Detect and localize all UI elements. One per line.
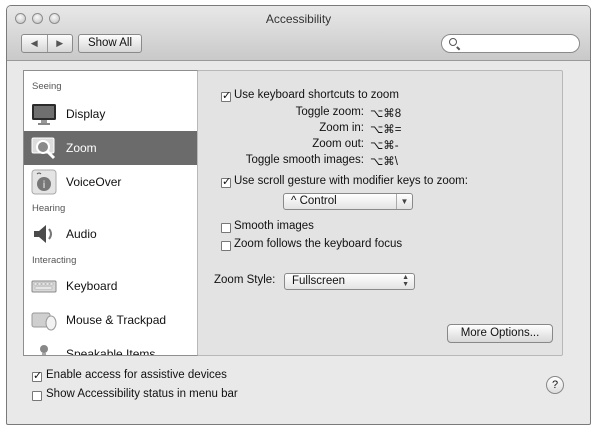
- zoom-icon: [31, 137, 56, 160]
- display-icon: [32, 104, 56, 125]
- modifier-key-popup[interactable]: ^ Control ▼: [283, 193, 413, 210]
- status-menu-label: Show Accessibility status in menu bar: [46, 388, 238, 400]
- shortcut-name: Zoom in:: [319, 122, 364, 134]
- more-options-button[interactable]: More Options...: [447, 324, 553, 343]
- section-header-hearing: Hearing: [32, 203, 66, 214]
- navigation-buttons: ◀ ▶: [21, 34, 73, 53]
- chevron-down-icon: ▼: [396, 194, 412, 209]
- sidebar-item-display[interactable]: Display: [24, 97, 197, 131]
- keyboard-shortcuts-checkbox[interactable]: [221, 89, 231, 102]
- zoom-style-value: Fullscreen: [292, 275, 346, 287]
- status-menu-checkbox[interactable]: [32, 391, 42, 401]
- zoom-style-label: Zoom Style:: [214, 274, 276, 286]
- sidebar-item-label: VoiceOver: [66, 175, 122, 189]
- scroll-gesture-label: Use scroll gesture with modifier keys to…: [234, 175, 468, 187]
- title-bar: Accessibility ◀ ▶ Show All: [7, 6, 590, 61]
- speakable-items-icon: [40, 345, 48, 355]
- shortcut-name: Zoom out:: [312, 138, 364, 150]
- smooth-images-checkbox[interactable]: [221, 223, 231, 233]
- svg-text:i: i: [43, 180, 46, 191]
- mouse-trackpad-icon: [31, 312, 57, 331]
- zoom-style-popup[interactable]: Fullscreen ▲ ▼: [284, 273, 415, 290]
- voiceover-icon: i: [31, 169, 57, 195]
- sidebar-item-label: Mouse & Trackpad: [66, 313, 167, 327]
- shortcut-name: Toggle smooth images:: [245, 154, 364, 166]
- up-down-arrows-icon: ▲ ▼: [402, 274, 409, 288]
- sidebar-item-label: Audio: [66, 227, 97, 241]
- sidebar-item-label: Display: [66, 107, 106, 121]
- shortcut-keys: ⌥⌘\: [370, 156, 398, 168]
- shortcut-keys: ⌥⌘=: [370, 124, 402, 136]
- sidebar-item-speakable-items[interactable]: Speakable Items: [24, 337, 197, 356]
- assistive-devices-label: Enable access for assistive devices: [46, 369, 227, 381]
- help-button[interactable]: ?: [546, 376, 564, 394]
- section-header-interacting: Interacting: [32, 255, 77, 266]
- back-button[interactable]: ◀: [22, 35, 47, 52]
- follow-focus-label: Zoom follows the keyboard focus: [234, 238, 403, 250]
- show-all-button[interactable]: Show All: [78, 34, 142, 53]
- sidebar-item-keyboard[interactable]: Keyboard: [24, 269, 197, 303]
- modifier-key-value: ^ Control: [291, 195, 337, 207]
- sidebar-item-label: Zoom: [66, 141, 97, 155]
- shortcut-name: Toggle zoom:: [295, 106, 364, 118]
- zoom-settings-panel: Use keyboard shortcuts to zoom Toggle zo…: [197, 70, 563, 356]
- sidebar-item-audio[interactable]: Audio: [24, 217, 197, 251]
- search-icon: [449, 38, 457, 46]
- search-field[interactable]: [441, 34, 580, 53]
- sidebar-item-zoom[interactable]: Zoom: [24, 131, 197, 165]
- keyboard-shortcuts-label: Use keyboard shortcuts to zoom: [234, 89, 399, 101]
- forward-button[interactable]: ▶: [46, 35, 73, 52]
- assistive-devices-checkbox[interactable]: [32, 369, 42, 382]
- sidebar-item-label: Speakable Items: [66, 347, 156, 356]
- category-list[interactable]: Seeing Display Zoom i VoiceOver Hearing: [23, 70, 198, 356]
- window-title: Accessibility: [265, 12, 332, 26]
- audio-icon: [34, 225, 52, 243]
- shortcut-keys: ⌥⌘-: [370, 140, 399, 152]
- follow-focus-checkbox[interactable]: [221, 241, 231, 251]
- sidebar-item-mouse-trackpad[interactable]: Mouse & Trackpad: [24, 303, 197, 337]
- sidebar-item-voiceover[interactable]: i VoiceOver: [24, 165, 197, 199]
- keyboard-icon: [31, 280, 57, 293]
- section-header-seeing: Seeing: [32, 81, 62, 92]
- scroll-gesture-checkbox[interactable]: [221, 175, 231, 188]
- smooth-images-label: Smooth images: [234, 220, 314, 232]
- sidebar-item-label: Keyboard: [66, 279, 118, 293]
- shortcut-keys: ⌥⌘8: [370, 108, 402, 120]
